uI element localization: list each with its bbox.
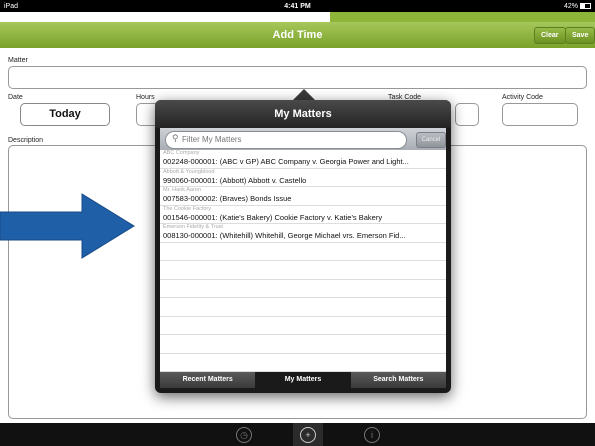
empty-row xyxy=(160,317,446,335)
matter-field[interactable] xyxy=(8,66,587,89)
matter-row[interactable]: The Cookie Factory 001546-000001: (Katie… xyxy=(160,205,446,224)
popover-title: My Matters xyxy=(155,100,451,128)
description-label: Description xyxy=(8,137,44,144)
page-title: Add Time xyxy=(272,29,323,41)
client-name: The Cookie Factory xyxy=(163,205,211,212)
client-name: Mr. Hank Aaron xyxy=(163,187,201,193)
empty-row xyxy=(160,354,446,372)
tab-recent-matters[interactable]: Recent Matters xyxy=(160,372,256,388)
status-bar: iPad 4:41 PM 42% xyxy=(0,0,595,12)
matter-title: 001546-000001: (Katie's Bakery) Cookie F… xyxy=(163,212,383,222)
empty-row xyxy=(160,243,446,261)
info-icon[interactable]: i xyxy=(364,427,380,443)
tab-search-matters[interactable]: Search Matters xyxy=(350,372,446,388)
filter-input[interactable] xyxy=(182,133,402,146)
background-panel xyxy=(330,12,595,22)
filter-bar: ⚲ Cancel xyxy=(160,128,446,150)
nav-bar: Add Time Clear Save xyxy=(0,22,595,48)
client-name: Abbott & Youngblood xyxy=(163,168,215,175)
task-code-field[interactable] xyxy=(455,103,479,126)
date-label: Date xyxy=(8,94,23,101)
activity-code-field[interactable] xyxy=(502,103,578,126)
client-name: Emerson Fidelity & Trust xyxy=(163,224,223,230)
date-field[interactable]: Today xyxy=(20,103,110,126)
add-time-icon[interactable]: + xyxy=(300,427,316,443)
empty-row xyxy=(160,335,446,354)
matter-row[interactable]: Mr. Hank Aaron 007583-000002: (Braves) B… xyxy=(160,187,446,206)
clock-icon[interactable]: ◷ xyxy=(236,427,252,443)
matter-label: Matter xyxy=(8,57,28,64)
matter-row[interactable]: ABC Company 002248-000001: (ABC v GP) AB… xyxy=(160,150,446,169)
matter-row[interactable]: Abbott & Youngblood 990060-000001: (Abbo… xyxy=(160,168,446,187)
matter-title: 002248-000001: (ABC v GP) ABC Company v.… xyxy=(163,157,409,166)
status-time: 4:41 PM xyxy=(284,2,311,10)
bottom-tab-bar: ◷ + i xyxy=(0,423,595,446)
popover-pointer xyxy=(293,89,315,100)
tab-my-matters[interactable]: My Matters xyxy=(255,372,351,388)
popover-tabs: Recent Matters My Matters Search Matters xyxy=(160,372,446,388)
arrow-icon xyxy=(0,193,135,259)
matter-title: 990060-000001: (Abbott) Abbott v. Castel… xyxy=(163,175,307,185)
search-icon: ⚲ xyxy=(172,133,179,143)
client-name: ABC Company xyxy=(163,150,200,156)
hours-label: Hours xyxy=(136,94,155,101)
cancel-button[interactable]: Cancel xyxy=(416,132,446,148)
save-button[interactable]: Save xyxy=(565,27,595,44)
matter-title: 008130-000001: (Whitehill) Whitehill, Ge… xyxy=(163,231,406,240)
matters-list: ABC Company 002248-000001: (ABC v GP) AB… xyxy=(160,150,446,372)
battery-icon xyxy=(580,3,591,9)
empty-row xyxy=(160,261,446,280)
empty-row xyxy=(160,280,446,298)
matter-row[interactable]: Emerson Fidelity & Trust 008130-000001: … xyxy=(160,224,446,243)
activity-code-label: Activity Code xyxy=(502,94,543,101)
my-matters-popover: My Matters ⚲ Cancel ABC Company 002248-0… xyxy=(155,100,451,393)
empty-row xyxy=(160,298,446,317)
matter-title: 007583-000002: (Braves) Bonds Issue xyxy=(163,194,292,203)
clear-button[interactable]: Clear xyxy=(534,27,566,44)
filter-field[interactable]: ⚲ xyxy=(165,131,407,149)
